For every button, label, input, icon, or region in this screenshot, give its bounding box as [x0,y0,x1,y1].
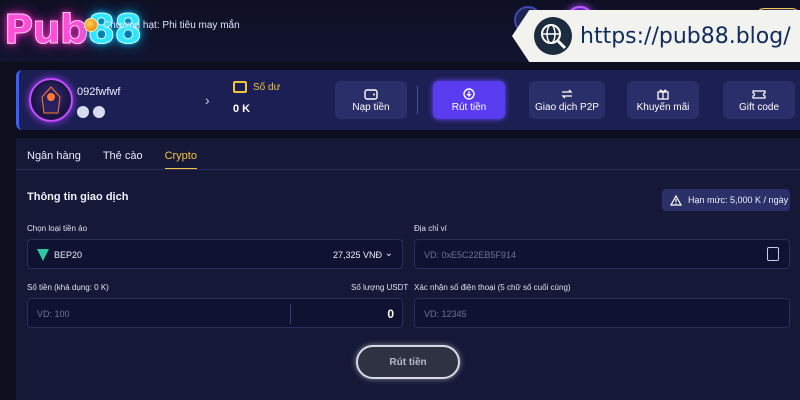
coin-rate: 27,325 VNĐ [332,250,382,260]
tabs-divider [16,169,800,170]
limit-text: Hạn mức: 5,000 K / ngày [688,195,789,205]
withdraw-button[interactable]: Rút tiền [433,81,505,119]
account-bar: 092fwfwf › Số dư 0 K Nạp tiền Rút tiền G… [16,70,800,130]
chevron-right-icon[interactable]: › [205,92,210,108]
p2p-icon [559,88,575,100]
balance-label: Số dư [253,82,281,93]
coin-icon [84,18,98,32]
top-header: Pub88 Chương hạt: Phi tiêu may mắn https… [0,0,800,62]
ticker-text: Chương hạt: Phi tiêu may mắn [103,19,240,31]
wallet-address-label: Địa chỉ ví [414,224,447,233]
deposit-label: Nạp tiền [352,101,390,113]
phone-confirm-label: Xác nhận số điện thoại (5 chữ số cuối cù… [414,283,571,292]
p2p-transaction-button[interactable]: Giao dịch P2P [529,81,605,119]
url-watermark-banner: https://pub88.blog/ [512,10,800,62]
withdraw-submit-button[interactable]: Rút tiền [356,345,460,379]
phone-placeholder: VD: 12345 [424,309,467,319]
coin-type-label: Chọn loại tiền ảo [27,224,88,233]
user-badges [77,106,105,118]
p2p-label: Giao dịch P2P [535,101,599,113]
warning-icon [670,194,682,206]
amount-input[interactable]: VD: 100 0 [27,298,403,328]
gift-code-button[interactable]: Gift code [723,81,795,119]
tab-crypto[interactable]: Crypto [164,150,197,170]
tab-bank[interactable]: Ngân hàng [27,150,81,170]
avatar[interactable] [29,78,73,122]
limit-badge: Hạn mức: 5,000 K / ngày [662,189,790,211]
balance-value: 0 K [233,103,251,115]
deposit-button[interactable]: Nạp tiền [335,81,407,119]
withdraw-panel: Ngân hàng Thẻ cào Crypto Thông tin giao … [16,138,800,400]
promotion-button[interactable]: Khuyến mãi [627,81,699,119]
withdraw-icon [461,87,477,100]
username: 092fwfwf [77,86,121,98]
gift-box-icon [655,88,671,100]
globe-search-icon [534,17,572,55]
amount-label: Số tiền (khả dụng: 0 K) [27,283,109,292]
ticket-icon [751,88,767,100]
paste-icon[interactable] [767,247,779,261]
wallet-icon [363,88,379,100]
method-tabs: Ngân hàng Thẻ cào Crypto [27,150,197,170]
promotion-label: Khuyến mãi [636,101,690,113]
wallet-placeholder: VD: 0xE5C22EB5F914 [424,250,517,260]
wallet-address-input[interactable]: VD: 0xE5C22EB5F914 [414,239,790,269]
divider [417,86,418,114]
chevron-down-icon: ⌄ [384,248,393,259]
withdraw-label: Rút tiền [451,101,487,113]
wallet-icon [233,81,247,93]
usdt-amount: 0 [387,307,394,321]
amount-divider [290,304,291,324]
logo-text-pub: Pub [3,7,88,54]
phone-badge-icon [77,106,89,118]
usdt-label: Số lượng USDT [351,283,409,292]
coin-type-select[interactable]: BEP20 27,325 VNĐ ⌄ [27,239,403,269]
coin-selected: BEP20 [54,250,83,260]
tab-card[interactable]: Thẻ cào [103,150,143,170]
gift-code-label: Gift code [738,101,780,113]
announcement-ticker[interactable]: Chương hạt: Phi tiêu may mắn [84,16,264,34]
phone-confirm-input[interactable]: VD: 12345 [414,298,790,328]
amount-placeholder: VD: 100 [37,309,70,319]
site-url: https://pub88.blog/ [580,23,791,49]
tether-icon [37,249,49,261]
section-title: Thông tin giao dịch [27,191,129,203]
email-badge-icon [93,106,105,118]
